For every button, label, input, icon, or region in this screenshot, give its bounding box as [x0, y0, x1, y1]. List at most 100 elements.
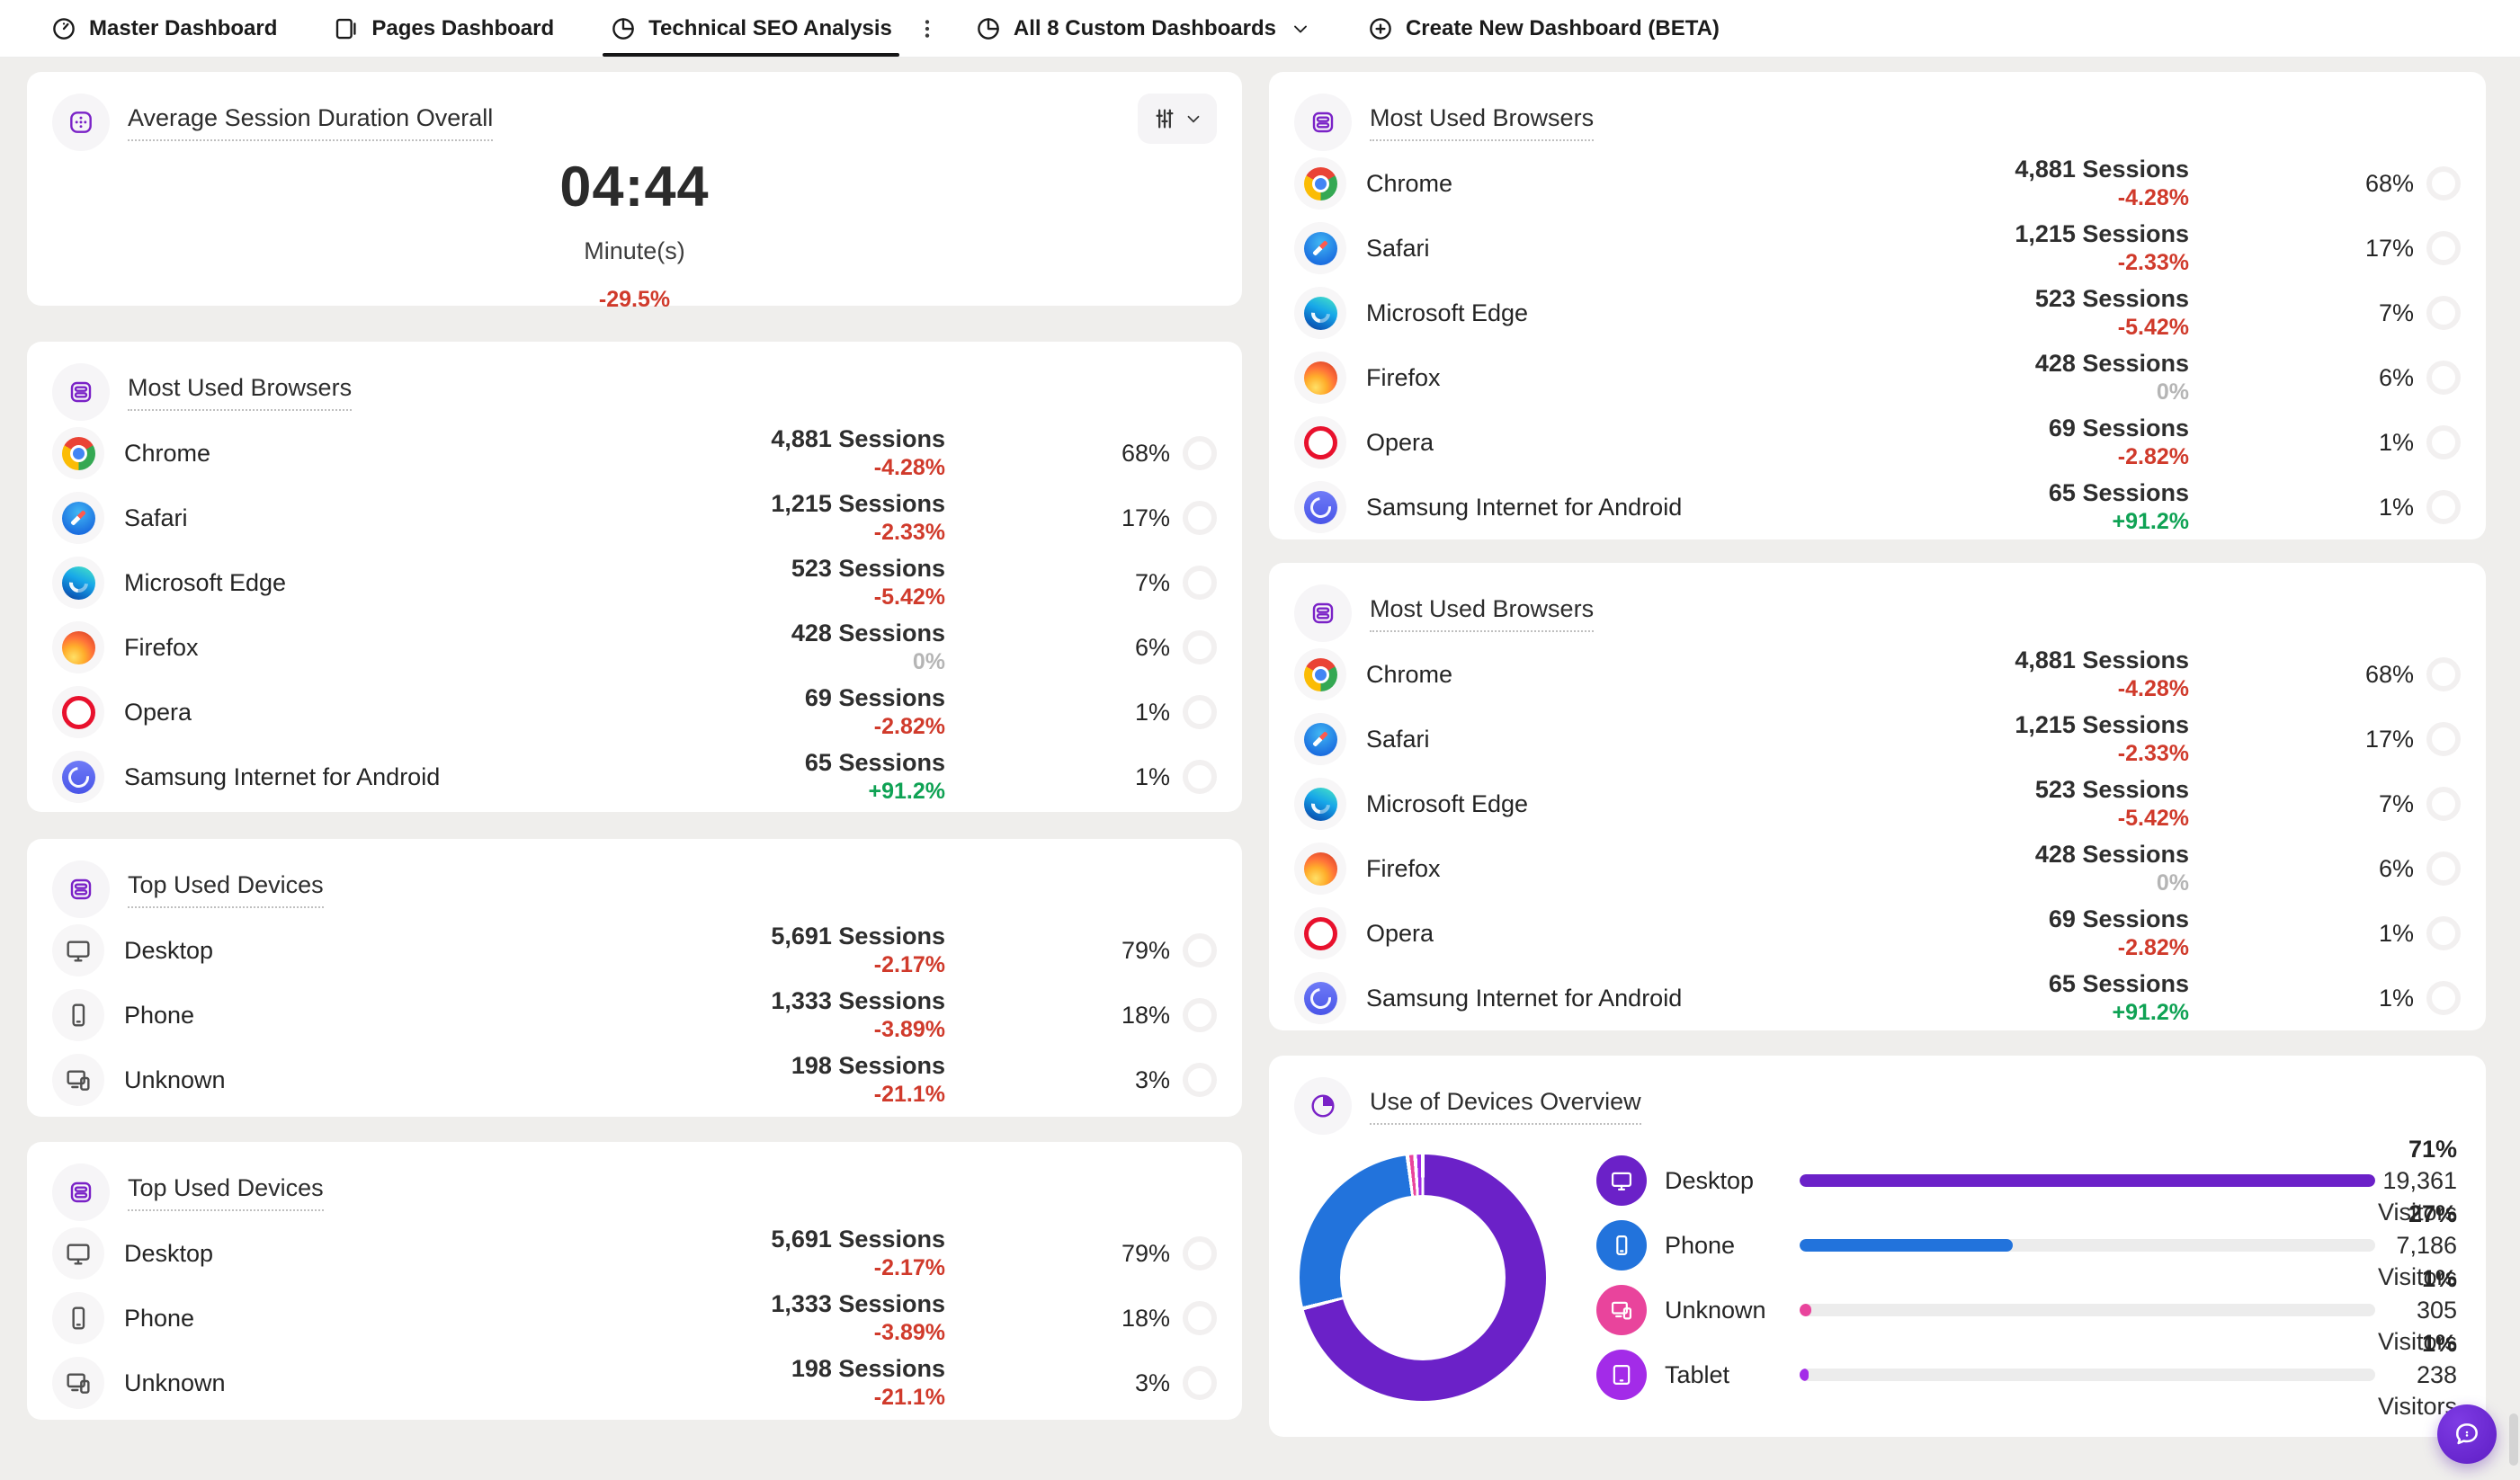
list-item: Samsung Internet for Android 65 Sessions… [1294, 475, 2461, 539]
row-avatar [52, 492, 104, 544]
browser-device-logo-icon [62, 1064, 95, 1097]
row-name: Safari [1366, 726, 1430, 753]
selection-ring[interactable] [1183, 760, 1217, 794]
tab-pages-dashboard[interactable]: Pages Dashboard [333, 0, 554, 57]
percent-value: 7% [2189, 299, 2414, 327]
row-name: Desktop [124, 937, 213, 965]
row-avatar [1294, 481, 1346, 533]
row-name: Microsoft Edge [1366, 790, 1528, 818]
selection-ring[interactable] [2426, 425, 2461, 459]
selection-ring[interactable] [2426, 361, 2461, 395]
row-name: Samsung Internet for Android [1366, 985, 1682, 1012]
selection-ring[interactable] [2426, 166, 2461, 201]
browser-device-logo-icon [1304, 426, 1337, 459]
legend-label: Phone [1665, 1232, 1800, 1260]
plus-circle-icon [1367, 15, 1394, 42]
sessions-value: 4,881 Sessions [621, 424, 945, 453]
tab-technical-seo-analysis[interactable]: Technical SEO Analysis [610, 0, 892, 57]
list-widget-icon [52, 363, 110, 421]
selection-ring[interactable] [1183, 1063, 1217, 1097]
delta-value: 0% [1865, 378, 2189, 406]
pie-chart-icon [1294, 1077, 1352, 1135]
kebab-menu-icon[interactable] [916, 0, 939, 57]
delta-value: +91.2% [621, 777, 945, 806]
selection-ring[interactable] [1183, 933, 1217, 967]
sessions-value: 523 Sessions [621, 554, 945, 583]
selection-ring[interactable] [1183, 1301, 1217, 1335]
selection-ring[interactable] [2426, 296, 2461, 330]
legend-row: Desktop 71% 19,361 Visitors [1596, 1155, 2457, 1207]
tab-create-new-dashboard[interactable]: Create New Dashboard (BETA) [1367, 0, 1720, 57]
selection-ring[interactable] [2426, 657, 2461, 691]
row-avatar [1294, 907, 1346, 959]
dashboard-content: Average Session Duration Overall 04:44 M… [0, 58, 2520, 1437]
selection-ring[interactable] [2426, 916, 2461, 950]
list-widget-icon [52, 1163, 110, 1221]
browser-list: Chrome 4,881 Sessions -4.28% 68% Safari … [1294, 151, 2461, 539]
percent-value: 68% [2189, 170, 2414, 198]
browser-list: Chrome 4,881 Sessions -4.28% 68% Safari … [1294, 642, 2461, 1030]
browser-device-logo-icon [62, 761, 95, 794]
percent-value: 6% [945, 634, 1170, 662]
selection-ring[interactable] [2426, 231, 2461, 265]
browser-device-logo-icon [1304, 361, 1337, 395]
sessions-value: 428 Sessions [1865, 840, 2189, 869]
browser-device-logo-icon [62, 1367, 95, 1400]
list-item: Samsung Internet for Android 65 Sessions… [1294, 966, 2461, 1030]
selection-ring[interactable] [2426, 787, 2461, 821]
legend-label: Tablet [1665, 1361, 1800, 1389]
percent-value: 68% [945, 440, 1170, 468]
sessions-value: 69 Sessions [621, 683, 945, 712]
percent-value: 3% [945, 1066, 1170, 1094]
tab-all-custom-dashboards[interactable]: All 8 Custom Dashboards [975, 0, 1311, 57]
delta-value: 0% [621, 647, 945, 676]
legend-bar-track [1800, 1239, 2375, 1252]
selection-ring[interactable] [1183, 998, 1217, 1032]
row-name: Opera [1366, 920, 1434, 948]
dashboard-tabs-bar: Master Dashboard Pages Dashboard Technic… [0, 0, 2520, 58]
list-item: Firefox 428 Sessions 0% 6% [1294, 836, 2461, 901]
selection-ring[interactable] [2426, 981, 2461, 1015]
delta-value: -5.42% [1865, 313, 2189, 342]
list-item: Firefox 428 Sessions 0% 6% [1294, 345, 2461, 410]
row-avatar [1294, 222, 1346, 274]
percent-value: 3% [945, 1369, 1170, 1397]
widget-settings-button[interactable] [1138, 94, 1217, 144]
sessions-value: 65 Sessions [621, 748, 945, 777]
selection-ring[interactable] [2426, 490, 2461, 524]
sessions-value: 1,215 Sessions [621, 489, 945, 518]
device-list: Desktop 5,691 Sessions -2.17% 79% Phone … [52, 1221, 1217, 1415]
list-widget-icon [1294, 94, 1352, 151]
selection-ring[interactable] [1183, 1236, 1217, 1270]
selection-ring[interactable] [1183, 436, 1217, 470]
list-item: Safari 1,215 Sessions -2.33% 17% [1294, 216, 2461, 281]
selection-ring[interactable] [1183, 1366, 1217, 1400]
selection-ring[interactable] [1183, 501, 1217, 535]
chevron-down-icon [1184, 109, 1203, 129]
selection-ring[interactable] [2426, 722, 2461, 756]
delta-value: -2.82% [621, 712, 945, 741]
delta-value: +91.2% [1865, 507, 2189, 536]
tab-master-dashboard[interactable]: Master Dashboard [50, 0, 277, 57]
list-item: Opera 69 Sessions -2.82% 1% [52, 680, 1217, 744]
selection-ring[interactable] [1183, 630, 1217, 664]
sessions-value: 69 Sessions [1865, 414, 2189, 442]
scrollbar-thumb[interactable] [2509, 1413, 2518, 1466]
legend-row: Tablet 1% 238 Visitors [1596, 1350, 2457, 1401]
legend-device-icon [1596, 1155, 1647, 1206]
selection-ring[interactable] [1183, 566, 1217, 600]
list-item: Firefox 428 Sessions 0% 6% [52, 615, 1217, 680]
list-widget-icon [1294, 584, 1352, 642]
row-avatar [1294, 157, 1346, 210]
legend-label: Desktop [1665, 1167, 1800, 1195]
row-avatar [52, 1357, 104, 1409]
row-avatar [1294, 972, 1346, 1024]
list-item: Opera 69 Sessions -2.82% 1% [1294, 410, 2461, 475]
selection-ring[interactable] [1183, 695, 1217, 729]
chat-support-button[interactable] [2437, 1404, 2497, 1464]
legend-bar-fill [1800, 1174, 2375, 1187]
selection-ring[interactable] [2426, 851, 2461, 886]
delta-value: -3.89% [621, 1318, 945, 1347]
percent-value: 7% [945, 569, 1170, 597]
list-item: Opera 69 Sessions -2.82% 1% [1294, 901, 2461, 966]
